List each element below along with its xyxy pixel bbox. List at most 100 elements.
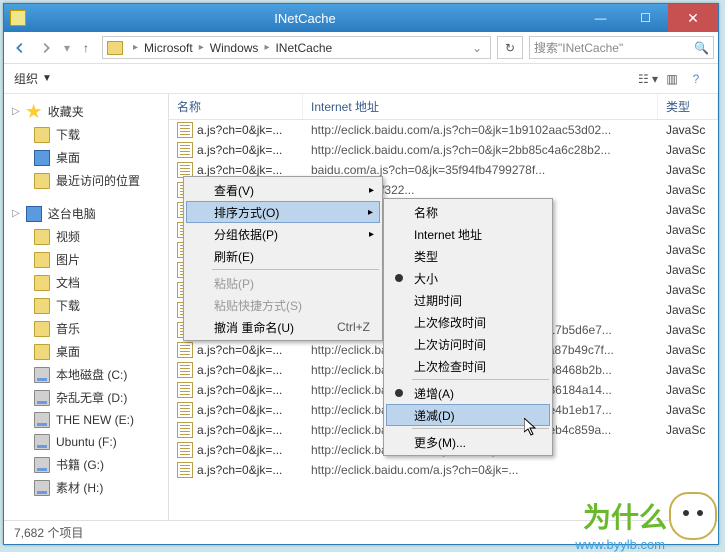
- js-file-icon: [177, 362, 193, 378]
- sidebar-item[interactable]: 视频: [4, 225, 168, 248]
- address-dropdown-icon[interactable]: ⌄: [468, 41, 486, 55]
- column-url[interactable]: Internet 地址: [303, 94, 658, 119]
- sidebar-item-desktop[interactable]: 桌面: [4, 146, 168, 169]
- sidebar-item[interactable]: 文档: [4, 271, 168, 294]
- sidebar-item[interactable]: 书籍 (G:): [4, 453, 168, 476]
- breadcrumb[interactable]: Microsoft: [142, 41, 195, 55]
- up-button[interactable]: ↑: [76, 36, 96, 60]
- sort-name[interactable]: 名称: [386, 201, 550, 223]
- sort-more[interactable]: 更多(M)...: [386, 431, 550, 453]
- star-icon: [26, 104, 42, 120]
- sort-expire[interactable]: 过期时间: [386, 289, 550, 311]
- menu-view[interactable]: 查看(V)▸: [186, 179, 380, 201]
- drive-icon: [34, 434, 50, 450]
- column-headers: 名称 Internet 地址 类型: [169, 94, 718, 120]
- js-file-icon: [177, 342, 193, 358]
- computer-icon: [26, 206, 42, 222]
- menu-refresh[interactable]: 刷新(E): [186, 245, 380, 267]
- sidebar-item[interactable]: 杂乱无章 (D:): [4, 386, 168, 409]
- sidebar-item-recent[interactable]: 最近访问的位置: [4, 169, 168, 192]
- preview-pane-button[interactable]: ▥: [660, 68, 684, 90]
- folder-icon: [34, 321, 50, 337]
- js-file-icon: [177, 122, 193, 138]
- column-name[interactable]: 名称: [169, 94, 303, 119]
- sidebar-item[interactable]: 素材 (H:): [4, 476, 168, 499]
- file-row[interactable]: a.js?ch=0&jk=...http://eclick.baidu.com/…: [169, 120, 718, 140]
- history-dropdown[interactable]: ▾: [60, 36, 74, 60]
- sidebar-item[interactable]: 图片: [4, 248, 168, 271]
- address-bar[interactable]: ▸ Microsoft ▸ Windows ▸ INetCache ⌄: [102, 36, 491, 59]
- sidebar-item[interactable]: 本地磁盘 (C:): [4, 363, 168, 386]
- sort-accessed[interactable]: 上次访问时间: [386, 333, 550, 355]
- folder-icon: [34, 173, 50, 189]
- window-title: INetCache: [32, 11, 578, 26]
- desktop-icon: [34, 150, 50, 166]
- breadcrumb[interactable]: Windows: [208, 41, 261, 55]
- js-file-icon: [177, 462, 193, 478]
- menu-sort[interactable]: 排序方式(O)▸: [186, 201, 380, 223]
- view-options-button[interactable]: ☷ ▾: [636, 68, 660, 90]
- bullet-icon: [395, 389, 403, 397]
- sidebar-item[interactable]: 桌面: [4, 340, 168, 363]
- sidebar-item-downloads[interactable]: 下载: [4, 123, 168, 146]
- computer-group[interactable]: ▷这台电脑: [4, 202, 168, 225]
- maximize-button[interactable]: ☐: [623, 4, 668, 32]
- favorites-group[interactable]: ▷收藏夹: [4, 100, 168, 123]
- folder-icon: [107, 41, 123, 55]
- menu-undo[interactable]: 撤消 重命名(U)Ctrl+Z: [186, 316, 380, 338]
- address-toolbar: ▾ ↑ ▸ Microsoft ▸ Windows ▸ INetCache ⌄ …: [4, 32, 718, 64]
- search-icon: 🔍: [694, 41, 709, 55]
- js-file-icon: [177, 402, 193, 418]
- command-bar: 组织▼ ☷ ▾ ▥ ?: [4, 64, 718, 94]
- folder-icon: [34, 127, 50, 143]
- menu-paste-shortcut: 粘贴快捷方式(S): [186, 294, 380, 316]
- folder-icon: [10, 10, 26, 26]
- drive-icon: [34, 367, 50, 383]
- sidebar-item[interactable]: 下载: [4, 294, 168, 317]
- sort-submenu: 名称 Internet 地址 类型 大小 过期时间 上次修改时间 上次访问时间 …: [383, 198, 553, 456]
- menu-paste: 粘贴(P): [186, 272, 380, 294]
- breadcrumb[interactable]: INetCache: [273, 41, 334, 55]
- back-button[interactable]: [8, 36, 32, 60]
- context-menu: 查看(V)▸ 排序方式(O)▸ 分组依据(P)▸ 刷新(E) 粘贴(P) 粘贴快…: [183, 176, 383, 341]
- js-file-icon: [177, 142, 193, 158]
- help-button[interactable]: ?: [684, 68, 708, 90]
- sort-checked[interactable]: 上次检查时间: [386, 355, 550, 377]
- folder-icon: [34, 298, 50, 314]
- sidebar-item[interactable]: Ubuntu (F:): [4, 431, 168, 453]
- search-input[interactable]: 搜索"INetCache" 🔍: [529, 36, 714, 59]
- sort-desc[interactable]: 递减(D): [386, 404, 550, 426]
- file-row[interactable]: a.js?ch=0&jk=...http://eclick.baidu.com/…: [169, 460, 718, 480]
- sort-url[interactable]: Internet 地址: [386, 223, 550, 245]
- menu-group[interactable]: 分组依据(P)▸: [186, 223, 380, 245]
- folder-icon: [34, 275, 50, 291]
- sort-size[interactable]: 大小: [386, 267, 550, 289]
- minimize-button[interactable]: —: [578, 4, 623, 32]
- search-placeholder: 搜索"INetCache": [534, 39, 623, 56]
- folder-icon: [34, 344, 50, 360]
- folder-icon: [34, 229, 50, 245]
- sort-modified[interactable]: 上次修改时间: [386, 311, 550, 333]
- column-type[interactable]: 类型: [658, 94, 718, 119]
- close-button[interactable]: ✕: [668, 4, 718, 32]
- drive-icon: [34, 457, 50, 473]
- file-row[interactable]: a.js?ch=0&jk=...http://eclick.baidu.com/…: [169, 140, 718, 160]
- refresh-button[interactable]: ↻: [497, 36, 523, 59]
- forward-button[interactable]: [34, 36, 58, 60]
- drive-icon: [34, 412, 50, 428]
- sidebar-item[interactable]: THE NEW (E:): [4, 409, 168, 431]
- sidebar-item[interactable]: 音乐: [4, 317, 168, 340]
- organize-button[interactable]: 组织▼: [14, 70, 52, 87]
- watermark-url: www.byylb.com: [575, 537, 665, 552]
- js-file-icon: [177, 382, 193, 398]
- sort-type[interactable]: 类型: [386, 245, 550, 267]
- js-file-icon: [177, 422, 193, 438]
- bullet-icon: [395, 274, 403, 282]
- titlebar[interactable]: INetCache — ☐ ✕: [4, 4, 718, 32]
- sort-asc[interactable]: 递增(A): [386, 382, 550, 404]
- js-file-icon: [177, 442, 193, 458]
- drive-icon: [34, 390, 50, 406]
- drive-icon: [34, 480, 50, 496]
- navigation-pane: ▷收藏夹 下载 桌面 最近访问的位置 ▷这台电脑 视频图片文档下载音乐桌面本地磁…: [4, 94, 169, 520]
- folder-icon: [34, 252, 50, 268]
